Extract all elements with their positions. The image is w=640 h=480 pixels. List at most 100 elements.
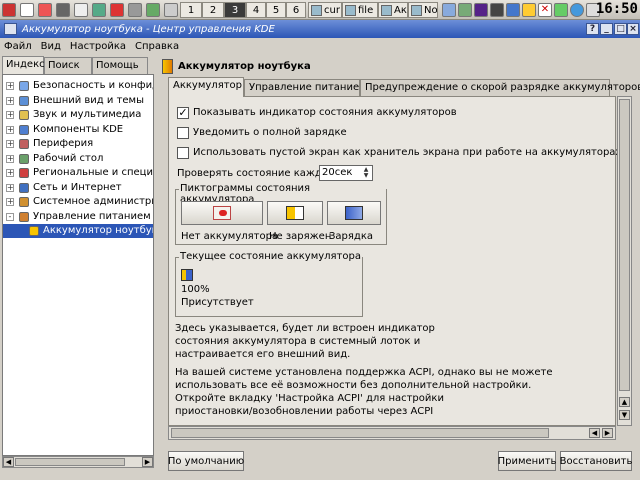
task-button[interactable]: file — [342, 2, 378, 18]
notify-full-checkbox[interactable] — [177, 127, 189, 139]
tray-audio-icon[interactable] — [474, 3, 488, 17]
kmail-icon[interactable] — [74, 3, 88, 17]
kde-menu-icon[interactable] — [2, 3, 16, 17]
tray-keyboard-icon[interactable] — [506, 3, 520, 17]
tree-item[interactable]: + Региональные и специальн — [3, 166, 153, 180]
expand-icon[interactable]: + — [6, 154, 14, 163]
tab-help[interactable]: Помощь — [92, 57, 148, 74]
scroll-left-arrow-icon[interactable]: ◀ — [3, 457, 14, 467]
tree-item[interactable]: + Компоненты KDE — [3, 123, 153, 137]
menu-help[interactable]: Справка — [135, 41, 179, 52]
expand-icon[interactable]: + — [6, 140, 14, 148]
battery-tab-panel: ✓ Показывать индикатор состояния аккумул… — [168, 96, 621, 426]
defaults-button[interactable]: По умолчанию — [168, 451, 244, 471]
battery-percent: 100% — [181, 284, 210, 295]
expand-icon[interactable]: + — [6, 198, 14, 206]
desktop-4-button[interactable]: 4 — [246, 2, 266, 18]
apply-button[interactable]: Применить — [498, 451, 556, 471]
browser-icon[interactable] — [92, 3, 106, 17]
tree-item[interactable]: + Рабочий стол — [3, 152, 153, 166]
scroll-up-arrow-icon[interactable]: ▲ — [619, 397, 630, 407]
scroll-thumb[interactable] — [171, 428, 549, 438]
menu-settings[interactable]: Настройка — [70, 41, 126, 52]
collapse-icon[interactable]: - — [6, 212, 14, 221]
tab-index[interactable]: Индекс — [2, 56, 45, 74]
tree-item[interactable]: + Системное администриров — [3, 195, 153, 209]
desktop-1-button[interactable]: 1 — [180, 2, 202, 18]
tree-horizontal-scrollbar[interactable]: ◀ ▶ — [2, 456, 154, 468]
scroll-right-arrow-icon[interactable]: ▶ — [142, 457, 153, 467]
tab-battery[interactable]: Аккумулятор — [168, 77, 244, 97]
reset-button[interactable]: Восстановить — [560, 451, 632, 471]
minimize-button[interactable]: _ — [600, 23, 613, 35]
category-icon — [19, 81, 29, 91]
charging-icon-button[interactable] — [327, 201, 381, 225]
tray-network-icon[interactable] — [442, 3, 456, 17]
window-titlebar[interactable]: Аккумулятор ноутбука - Центр управления … — [0, 20, 640, 38]
blank-screen-checkbox[interactable] — [177, 147, 189, 159]
spin-arrows-icon[interactable]: ▲ ▼ — [361, 167, 371, 179]
tree-item[interactable]: + Звук и мультимедиа — [3, 108, 153, 122]
expand-icon[interactable]: + — [6, 111, 14, 119]
tab-low-battery-warning[interactable]: Предупреждение о скорой разрядке аккумул… — [360, 79, 640, 96]
menu-file[interactable]: Файл — [4, 41, 32, 52]
task-button[interactable]: cur — [308, 2, 342, 18]
clock[interactable]: 16:50 — [596, 1, 638, 19]
tree-item[interactable]: Аккумулятор ноутбука — [3, 224, 153, 238]
desktop-3-button[interactable]: 3 — [224, 2, 246, 18]
scroll-right-arrow-icon[interactable]: ▶ — [602, 428, 613, 438]
show-indicator-checkbox[interactable]: ✓ — [177, 107, 189, 119]
tree-item[interactable]: - Управление питанием — [3, 210, 153, 224]
maximize-button[interactable]: □ — [614, 23, 627, 35]
desktop-5-button[interactable]: 5 — [266, 2, 286, 18]
tab-search[interactable]: Поиск — [44, 57, 92, 74]
help-app-icon[interactable] — [110, 3, 124, 17]
no-battery-icon-button[interactable] — [181, 201, 263, 225]
settings-app-icon[interactable] — [146, 3, 160, 17]
not-charging-icon-button[interactable] — [267, 201, 323, 225]
tree-item[interactable]: + Внешний вид и темы — [3, 94, 153, 108]
help-button[interactable]: ? — [586, 23, 599, 35]
close-button[interactable]: × — [627, 23, 639, 35]
tray-monitor-icon[interactable] — [458, 3, 472, 17]
konsole-icon[interactable] — [56, 3, 70, 17]
tree-item[interactable]: + Сеть и Интернет — [3, 181, 153, 195]
desktop-2-button[interactable]: 2 — [202, 2, 224, 18]
desktop-icon[interactable] — [128, 3, 142, 17]
window-menu-icon[interactable] — [4, 23, 17, 35]
tree-item[interactable]: + Периферия — [3, 137, 153, 151]
scroll-left-arrow-icon[interactable]: ◀ — [589, 428, 600, 438]
horizontal-scrollbar[interactable]: ◀ ▶ — [168, 426, 616, 440]
kde-panel: 1 2 3 4 5 6 cur file Акс No ✕ 16:50 — [0, 0, 640, 20]
expand-icon[interactable]: + — [6, 96, 14, 105]
tray-terminal-icon[interactable] — [490, 3, 504, 17]
tree-item-label: Компоненты KDE — [33, 123, 124, 135]
description-line: настраивается его внешний вид. — [175, 349, 351, 360]
tray-battery-icon[interactable] — [522, 3, 536, 17]
scroll-thumb[interactable] — [619, 99, 630, 391]
expand-icon[interactable]: + — [6, 82, 14, 90]
tree-item-label: Звук и мультимедиа — [33, 109, 142, 120]
task-button[interactable]: Акс — [378, 2, 408, 18]
module-tree[interactable]: + Безопасность и конфиденц + Внешний вид и … — [2, 74, 154, 456]
scroll-down-arrow-icon[interactable]: ▼ — [619, 410, 630, 420]
tray-globe-icon[interactable] — [570, 3, 584, 17]
app-icon[interactable] — [164, 3, 178, 17]
home-icon[interactable] — [38, 3, 52, 17]
tab-power-management[interactable]: Управление питанием — [244, 79, 367, 96]
desktop-6-button[interactable]: 6 — [286, 2, 306, 18]
expand-icon[interactable]: + — [6, 169, 14, 177]
task-icon — [411, 4, 422, 16]
terminal-icon[interactable] — [20, 3, 34, 17]
tree-item[interactable]: + Безопасность и конфиденц — [3, 79, 153, 93]
check-interval-spinbox[interactable]: 20сек ▲ ▼ — [319, 165, 373, 181]
vertical-scrollbar[interactable]: ▲ ▼ — [617, 96, 632, 426]
menu-view[interactable]: Вид — [41, 41, 61, 52]
category-icon — [19, 124, 29, 135]
expand-icon[interactable]: + — [6, 183, 14, 192]
tray-close-icon[interactable]: ✕ — [538, 3, 552, 17]
task-button[interactable]: No — [408, 2, 438, 18]
scroll-thumb[interactable] — [15, 458, 125, 466]
expand-icon[interactable]: + — [6, 125, 14, 134]
tray-clipboard-icon[interactable] — [554, 3, 568, 17]
